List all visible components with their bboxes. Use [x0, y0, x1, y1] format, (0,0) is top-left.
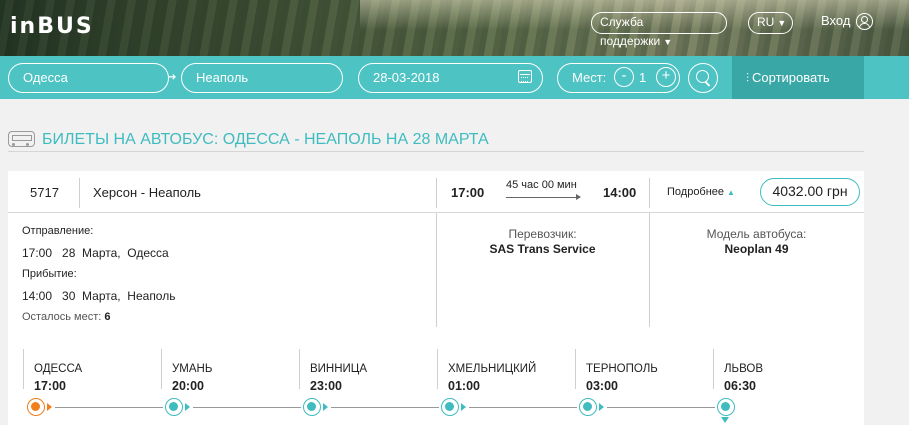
- login-label: Вход: [821, 13, 851, 28]
- search-bar: Одесса ➔ Неаполь 28-03-2018 Мест: - 1 + …: [0, 56, 909, 99]
- trip-duration: 45 час 00 мин: [506, 179, 577, 191]
- sort-filter-icon: ⫶: [746, 71, 750, 85]
- page-title: БИЛЕТЫ НА АВТОБУС: ОДЕССА - НЕАПОЛЬ НА 2…: [42, 131, 489, 148]
- stop-divider: [575, 349, 576, 389]
- timeline-segment: [193, 407, 301, 408]
- arrival-details: 14:00 30 Марта, Неаполь: [22, 289, 176, 303]
- from-city-input[interactable]: Одесса: [8, 63, 169, 93]
- bus-model-label: Модель автобуса:: [706, 227, 807, 241]
- departure-details: 17:00 28 Марта, Одесса: [22, 246, 169, 260]
- seats-left: Осталось мест: 6: [22, 311, 111, 323]
- route-stop: ОДЕССА 17:00: [34, 363, 164, 393]
- stop-time: 23:00: [310, 379, 342, 393]
- arrival-label: Прибытие:: [22, 268, 77, 280]
- stop-city: ХМЕЛЬНИЦКИЙ: [448, 363, 537, 375]
- route-stop: ХМЕЛЬНИЦКИЙ 01:00: [448, 363, 578, 393]
- bus-model: Neoplan 49: [724, 242, 789, 256]
- stop-city: ТЕРНОПОЛЬ: [586, 363, 658, 375]
- price-button[interactable]: 4032.00 грн: [760, 178, 860, 206]
- chevron-down-icon[interactable]: [721, 417, 729, 423]
- arrival-time: 14:00: [603, 185, 637, 200]
- header-banner: inBUS Служба поддержки ▼ RU ▼ Вход: [0, 0, 909, 56]
- route-stop: ЛЬВОВ 06:30: [724, 363, 854, 393]
- stop-city: ЛЬВОВ: [724, 363, 763, 375]
- stop-marker-icon[interactable]: [165, 398, 183, 416]
- calendar-icon[interactable]: [518, 70, 532, 83]
- play-arrow-icon: [323, 403, 328, 411]
- divider: [649, 178, 650, 208]
- departure-label: Отправление:: [22, 225, 94, 237]
- sort-label: Сортировать: [752, 70, 830, 85]
- timeline-segment: [469, 407, 577, 408]
- trip-card: 5717 Херсон - Неаполь 17:00 45 час 00 ми…: [8, 171, 864, 425]
- stop-marker-icon[interactable]: [27, 398, 45, 416]
- seats-left-value: 6: [104, 311, 111, 323]
- chevron-up-icon: ▲: [727, 188, 735, 197]
- divider: [79, 178, 80, 208]
- timeline-segment: [331, 407, 439, 408]
- route-stop: ВИННИЦА 23:00: [310, 363, 440, 393]
- support-dropdown[interactable]: Служба поддержки ▼: [591, 12, 727, 48]
- play-arrow-icon: [185, 403, 190, 411]
- seats-label: Мест:: [572, 70, 607, 85]
- seats-minus-button[interactable]: -: [614, 67, 634, 87]
- carrier-label: Перевозчик:: [508, 227, 577, 241]
- search-icon[interactable]: [688, 63, 718, 93]
- stop-divider: [713, 349, 714, 389]
- chevron-down-icon: ▼: [663, 37, 673, 47]
- support-label: Служба поддержки: [600, 15, 661, 48]
- seats-plus-button[interactable]: +: [656, 67, 676, 87]
- stop-time: 17:00: [34, 379, 66, 393]
- login-link[interactable]: Вход: [821, 13, 874, 31]
- stop-marker-icon[interactable]: [717, 398, 735, 416]
- bus-icon: [8, 131, 35, 147]
- stop-time: 03:00: [586, 379, 618, 393]
- divider: [436, 178, 437, 208]
- departure-time: 17:00: [451, 185, 485, 200]
- stop-divider: [161, 349, 162, 389]
- to-city-value: Неаполь: [196, 70, 249, 85]
- language-label: RU: [757, 15, 775, 29]
- logo[interactable]: inBUS: [10, 14, 94, 39]
- language-dropdown[interactable]: RU ▼: [748, 12, 793, 34]
- from-city-value: Одесса: [23, 70, 68, 85]
- stop-marker-icon[interactable]: [303, 398, 321, 416]
- details-label: Подробнее: [667, 186, 725, 198]
- play-arrow-icon: [599, 403, 604, 411]
- stop-time: 01:00: [448, 379, 480, 393]
- details-toggle[interactable]: Подробнее ▲: [667, 186, 735, 198]
- stop-marker-icon[interactable]: [579, 398, 597, 416]
- play-arrow-icon: [461, 403, 466, 411]
- seats-value: 1: [639, 70, 647, 85]
- seats-stepper: Мест: - 1 +: [557, 63, 680, 93]
- user-icon: [856, 13, 874, 31]
- timeline-segment: [55, 407, 163, 408]
- stop-divider: [23, 349, 24, 389]
- direction-arrow-icon: ➔: [168, 72, 177, 83]
- to-city-input[interactable]: Неаполь: [181, 63, 343, 93]
- trip-route: Херсон - Неаполь: [93, 185, 201, 200]
- route-stop: ТЕРНОПОЛЬ 03:00: [586, 363, 716, 393]
- carrier-name: SAS Trans Service: [489, 242, 596, 256]
- stop-divider: [299, 349, 300, 389]
- stop-divider: [437, 349, 438, 389]
- stop-time: 20:00: [172, 379, 204, 393]
- stop-city: УМАНЬ: [172, 363, 213, 375]
- date-input[interactable]: 28-03-2018: [358, 63, 543, 93]
- trip-summary-row: 5717 Херсон - Неаполь 17:00 45 час 00 ми…: [8, 171, 864, 213]
- stop-marker-icon[interactable]: [441, 398, 459, 416]
- date-value: 28-03-2018: [373, 70, 440, 85]
- route-stop: УМАНЬ 20:00: [172, 363, 302, 393]
- page-title-row: БИЛЕТЫ НА АВТОБУС: ОДЕССА - НЕАПОЛЬ НА 2…: [8, 128, 864, 152]
- chevron-down-icon: ▼: [777, 18, 787, 28]
- stop-city: ОДЕССА: [34, 363, 83, 375]
- stop-time: 06:30: [724, 379, 756, 393]
- play-arrow-icon: [47, 403, 52, 411]
- timeline-segment: [607, 407, 715, 408]
- seats-left-label: Осталось мест:: [22, 311, 102, 323]
- duration-arrow-icon: [506, 194, 581, 200]
- sort-button[interactable]: ⫶ Сортировать: [732, 56, 864, 99]
- trip-number: 5717: [30, 185, 59, 200]
- stop-city: ВИННИЦА: [310, 363, 367, 375]
